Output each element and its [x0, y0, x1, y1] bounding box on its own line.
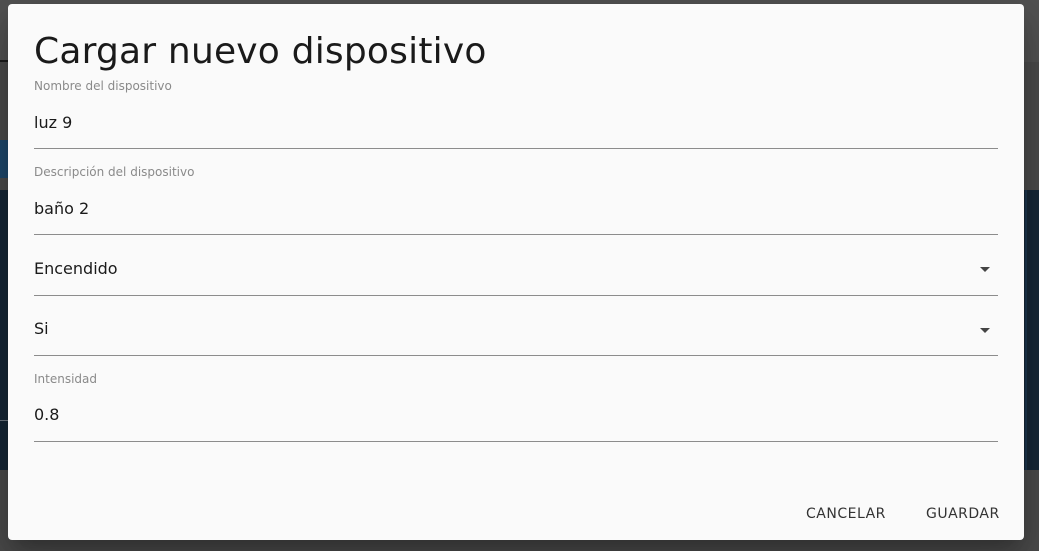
toggle-select[interactable]: Si: [34, 310, 998, 356]
cancel-button[interactable]: CANCELAR: [800, 496, 892, 532]
device-description-field: Descripción del dispositivo: [34, 164, 998, 235]
power-state-select[interactable]: Encendido: [34, 250, 998, 296]
power-state-value: Encendido: [34, 259, 118, 278]
arrow-drop-down-icon[interactable]: [980, 328, 990, 333]
device-name-field: Nombre del dispositivo: [34, 78, 998, 149]
device-description-label: Descripción del dispositivo: [34, 165, 195, 179]
device-name-input[interactable]: [34, 112, 998, 134]
new-device-dialog: Cargar nuevo dispositivo Nombre del disp…: [8, 4, 1024, 540]
intensity-field: Intensidad: [34, 371, 998, 442]
device-name-label: Nombre del dispositivo: [34, 79, 172, 93]
toggle-select-value: Si: [34, 319, 49, 338]
intensity-input[interactable]: [34, 404, 998, 426]
save-button[interactable]: GUARDAR: [920, 496, 1006, 532]
dialog-title: Cargar nuevo dispositivo: [34, 31, 487, 72]
arrow-drop-down-icon[interactable]: [980, 267, 990, 272]
intensity-label: Intensidad: [34, 372, 98, 386]
device-description-input[interactable]: [34, 198, 998, 220]
